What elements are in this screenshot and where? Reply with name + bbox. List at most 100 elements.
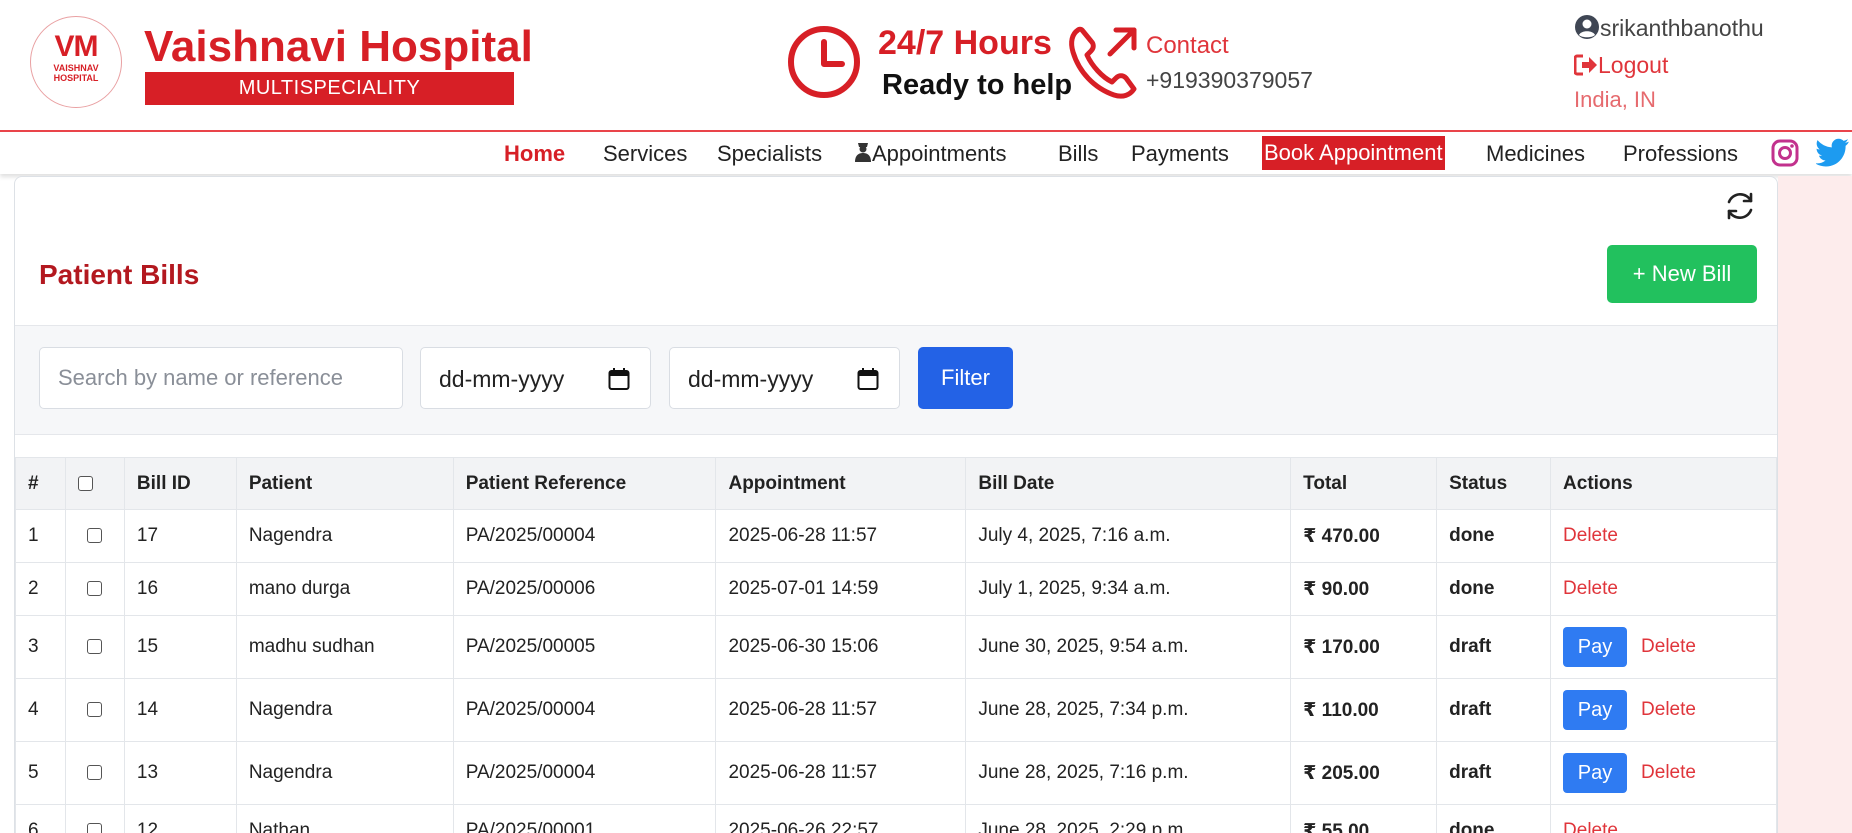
page-title: Patient Bills <box>39 259 200 290</box>
hours-subtitle: Ready to help <box>882 69 1073 101</box>
delete-link[interactable]: Delete <box>1641 762 1696 783</box>
new-bill-button[interactable]: + New Bill <box>1607 245 1757 303</box>
delete-link[interactable]: Delete <box>1641 636 1696 657</box>
row-checkbox[interactable] <box>87 639 103 655</box>
actions-cell: Delete <box>1550 562 1777 616</box>
nav-payments[interactable]: Payments <box>1131 140 1229 168</box>
row-select-cell <box>64 509 125 563</box>
bill-date: June 28, 2025, 7:16 p.m. <box>965 741 1292 805</box>
bill-date: June 28, 2025, 2:29 p.m. <box>965 804 1292 833</box>
contact-link[interactable]: Contact <box>1146 31 1229 61</box>
bill-total: ₹ 55.00 <box>1290 804 1438 833</box>
nav-home[interactable]: Home <box>504 140 565 168</box>
table-row: 4 14 Nagendra PA/2025/00004 2025-06-28 1… <box>15 678 1777 742</box>
status-badge: done <box>1436 562 1552 616</box>
filter-button[interactable]: Filter <box>918 347 1013 409</box>
row-select-cell <box>64 804 125 833</box>
row-checkbox[interactable] <box>87 528 103 544</box>
nav-services[interactable]: Services <box>603 140 687 168</box>
bill-date: June 28, 2025, 7:34 p.m. <box>965 678 1292 742</box>
actions-cell: Delete <box>1550 509 1777 563</box>
instagram-icon[interactable] <box>1770 138 1800 168</box>
nav-book-appointment[interactable]: Book Appointment <box>1262 136 1445 170</box>
twitter-icon[interactable] <box>1816 138 1850 168</box>
bill-id-link[interactable]: 16 <box>123 562 237 616</box>
patient-link[interactable]: Nagendra <box>235 509 454 563</box>
bill-date: June 30, 2025, 9:54 a.m. <box>965 615 1292 679</box>
patient-reference: PA/2025/00004 <box>452 509 717 563</box>
col-header-num: # <box>15 457 66 510</box>
phone-outgoing-icon <box>1069 26 1137 99</box>
pay-button[interactable]: Pay <box>1563 753 1628 793</box>
col-header-total[interactable]: Total <box>1290 457 1438 510</box>
patient-link[interactable]: mano durga <box>235 562 454 616</box>
row-select-cell <box>64 562 125 616</box>
patient-link[interactable]: Nagendra <box>235 741 454 805</box>
brand-title[interactable]: Vaishnavi Hospital <box>144 22 533 72</box>
logout-label: Logout <box>1598 52 1669 78</box>
patient-reference: PA/2025/00001 <box>452 804 717 833</box>
col-header-bill-date[interactable]: Bill Date <box>965 457 1292 510</box>
patient-reference: PA/2025/00004 <box>452 741 717 805</box>
user-circle-icon <box>1575 15 1599 39</box>
col-header-status[interactable]: Status <box>1436 457 1552 510</box>
user-profile[interactable]: srikanthbanothu <box>1574 13 1764 43</box>
status-badge: draft <box>1436 741 1552 805</box>
date-to-placeholder: dd-mm-yyyy <box>688 366 814 392</box>
refresh-icon[interactable] <box>1723 189 1757 223</box>
row-number: 5 <box>15 741 66 805</box>
row-select-cell <box>64 615 125 679</box>
appointment-time: 2025-06-30 15:06 <box>715 615 967 679</box>
pay-button[interactable]: Pay <box>1563 690 1628 730</box>
row-checkbox[interactable] <box>87 702 103 718</box>
delete-link[interactable]: Delete <box>1563 820 1618 833</box>
hospital-logo[interactable]: VM VAISHNAV HOSPITAL <box>30 16 122 108</box>
delete-link[interactable]: Delete <box>1641 699 1696 720</box>
nav-specialists[interactable]: Specialists <box>717 140 822 168</box>
row-select-cell <box>64 741 125 805</box>
bill-id-link[interactable]: 12 <box>123 804 237 833</box>
row-checkbox[interactable] <box>87 765 103 781</box>
filter-bar: dd-mm-yyyy dd-mm-yyyy Filter <box>15 325 1777 435</box>
col-header-appointment[interactable]: Appointment <box>715 457 967 510</box>
bill-total: ₹ 470.00 <box>1290 509 1438 563</box>
nav-medicines[interactable]: Medicines <box>1486 140 1585 168</box>
search-input[interactable] <box>39 347 403 409</box>
patient-link[interactable]: Nathan <box>235 804 454 833</box>
site-header: VM VAISHNAV HOSPITAL Vaishnavi Hospital … <box>0 0 1852 132</box>
patient-reference: PA/2025/00004 <box>452 678 717 742</box>
date-to-input[interactable]: dd-mm-yyyy <box>669 347 900 409</box>
row-number: 1 <box>15 509 66 563</box>
locale-label: India, IN <box>1574 87 1656 112</box>
row-checkbox[interactable] <box>87 823 103 833</box>
delete-link[interactable]: Delete <box>1563 578 1618 599</box>
row-checkbox[interactable] <box>87 581 103 597</box>
bill-id-link[interactable]: 14 <box>123 678 237 742</box>
logout-link[interactable]: Logout <box>1574 50 1668 80</box>
calendar-icon <box>857 368 879 390</box>
nav-bills[interactable]: Bills <box>1058 140 1098 168</box>
col-header-patient-reference[interactable]: Patient Reference <box>452 457 717 510</box>
bill-id-link[interactable]: 17 <box>123 509 237 563</box>
date-from-placeholder: dd-mm-yyyy <box>439 366 565 392</box>
col-header-bill-id[interactable]: Bill ID <box>123 457 237 510</box>
bill-id-link[interactable]: 13 <box>123 741 237 805</box>
delete-link[interactable]: Delete <box>1563 525 1618 546</box>
nav-appointments[interactable]: Appointments <box>854 140 1007 168</box>
appointment-time: 2025-06-28 11:57 <box>715 678 967 742</box>
patient-link[interactable]: Nagendra <box>235 678 454 742</box>
select-all-checkbox[interactable] <box>77 475 93 491</box>
contact-phone[interactable]: +919390379057 <box>1146 65 1313 95</box>
nav-professions[interactable]: Professions <box>1623 140 1738 168</box>
actions-cell: Pay Delete <box>1550 678 1777 742</box>
clock-icon <box>788 26 860 98</box>
main-nav: Home Services Specialists Appointments B… <box>0 134 1852 174</box>
appointment-time: 2025-07-01 14:59 <box>715 562 967 616</box>
patient-link[interactable]: madhu sudhan <box>235 615 454 679</box>
col-header-patient[interactable]: Patient <box>235 457 454 510</box>
col-header-select <box>64 457 125 510</box>
bills-card: Patient Bills + New Bill dd-mm-yyyy dd-m… <box>14 176 1778 833</box>
bill-id-link[interactable]: 15 <box>123 615 237 679</box>
pay-button[interactable]: Pay <box>1563 627 1628 667</box>
date-from-input[interactable]: dd-mm-yyyy <box>420 347 651 409</box>
